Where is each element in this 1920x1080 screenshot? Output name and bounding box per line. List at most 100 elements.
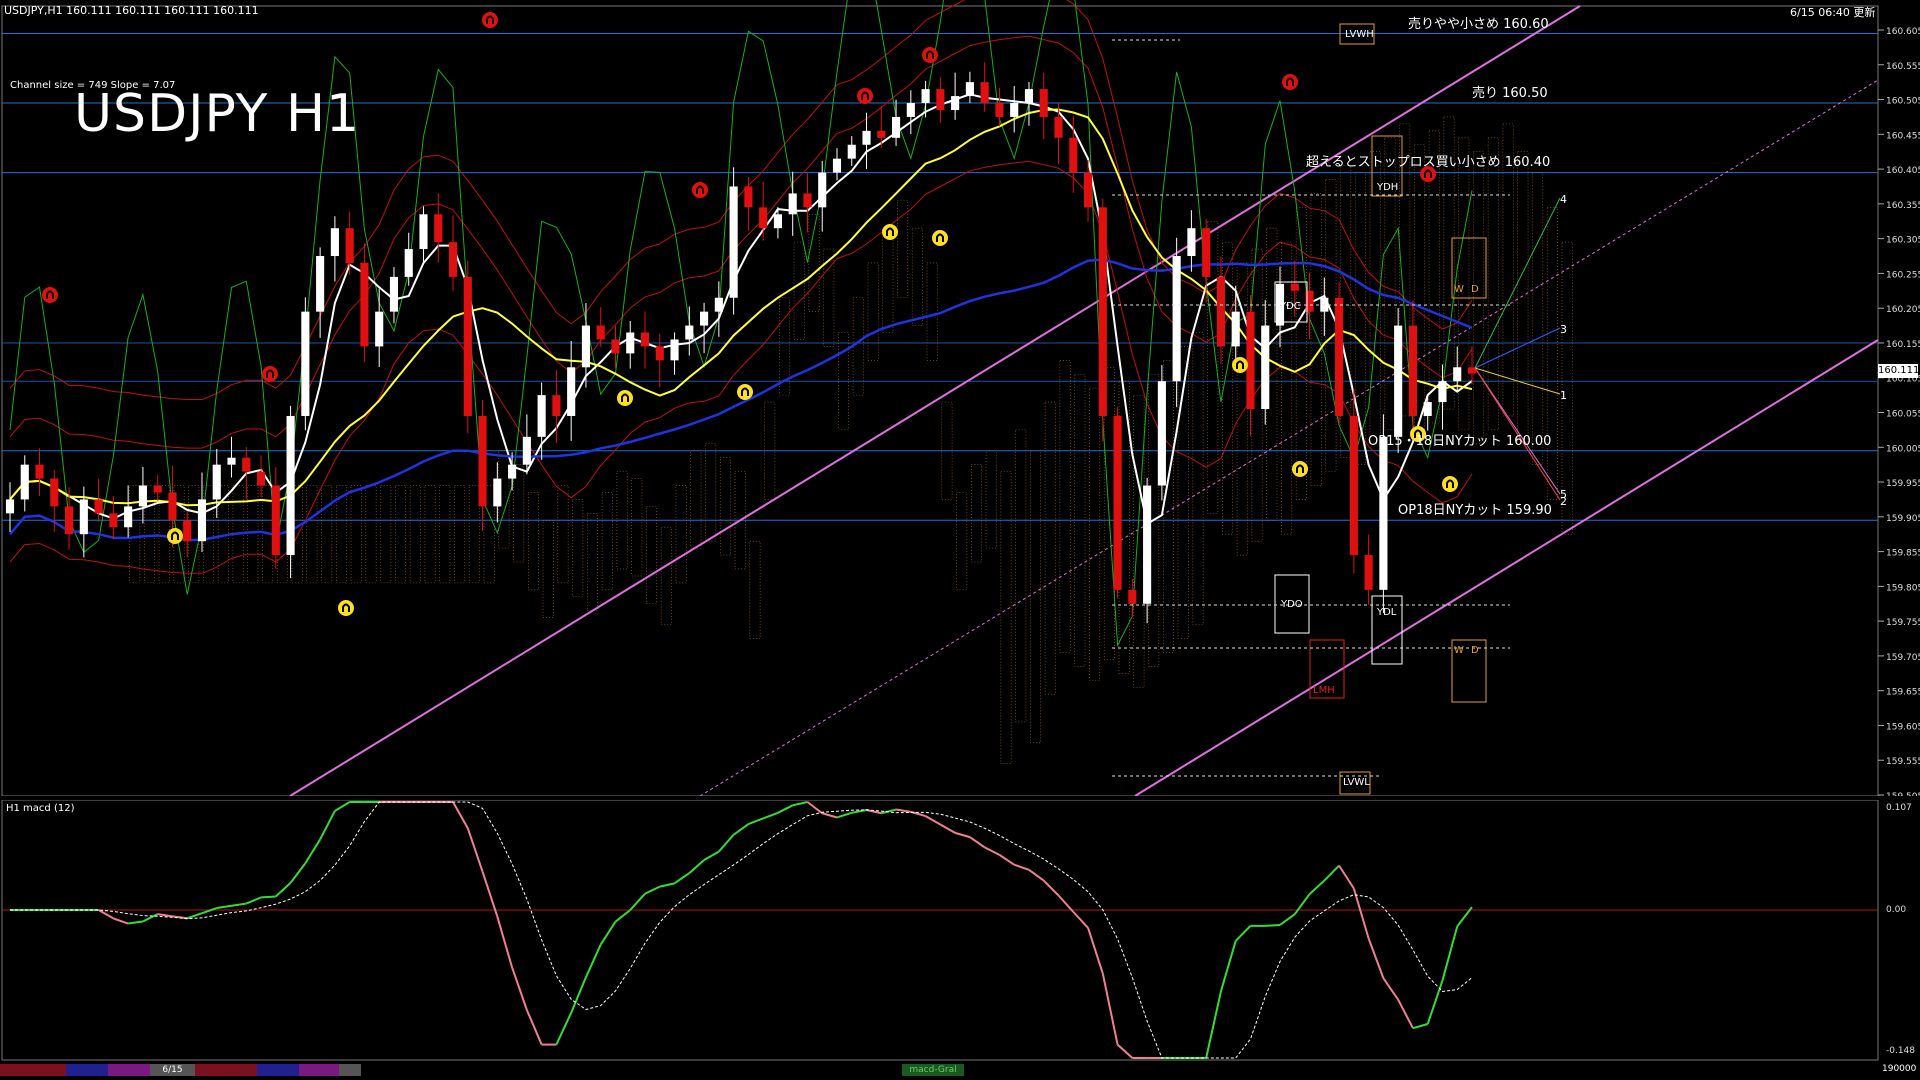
candle-body <box>980 82 989 104</box>
candle-body <box>1246 311 1255 410</box>
candle-body <box>729 186 738 298</box>
candle-body <box>788 193 797 215</box>
axis-label: 160.605 <box>1886 27 1920 37</box>
axis-label: 159.655 <box>1886 688 1920 698</box>
candle-body <box>1364 555 1373 590</box>
candle-body <box>640 332 650 347</box>
candle-body <box>271 485 280 556</box>
macd-segment <box>1265 923 1281 927</box>
candle-body <box>1098 207 1107 416</box>
candle-body <box>478 415 487 507</box>
candle-body <box>847 144 856 159</box>
proj-label-3: 3 <box>1560 323 1567 336</box>
candle-body <box>212 464 221 500</box>
candle-body <box>803 193 812 208</box>
candle-body <box>94 499 103 514</box>
bottom-right-text: 190000 <box>1882 1064 1917 1074</box>
candle-body <box>759 207 768 229</box>
candle-body <box>360 262 369 347</box>
candle-body <box>404 249 413 277</box>
tab-seg-3[interactable] <box>108 1064 150 1076</box>
box-lvwh: LVWH <box>1345 29 1374 40</box>
candle-body <box>1379 436 1388 590</box>
candle-body <box>1231 311 1240 347</box>
candle-body <box>256 471 266 486</box>
candle-body <box>1349 415 1358 556</box>
axis-label: 160.355 <box>1886 201 1920 211</box>
box-w: W <box>1454 284 1464 295</box>
tab-seg-8[interactable] <box>339 1064 361 1076</box>
candle-body <box>1128 589 1137 604</box>
box-lvwl: LVWL <box>1343 777 1370 788</box>
candle-body <box>448 242 458 277</box>
axis-label: 160.255 <box>1886 270 1920 280</box>
candle-body <box>168 492 177 521</box>
candle-body <box>891 116 901 138</box>
axis-label: 159.855 <box>1886 549 1920 559</box>
level-label-5: OP18日NYカット 159.90 <box>1398 503 1552 518</box>
candle-body <box>1290 283 1299 291</box>
tab-seg-1[interactable] <box>0 1064 66 1076</box>
tab-macd[interactable]: macd-Gral <box>902 1064 964 1076</box>
candle-body <box>197 499 207 542</box>
fractal-high-marker <box>42 287 58 303</box>
candle-body <box>611 339 620 354</box>
fractal-high-marker <box>857 88 873 104</box>
tab-seg-5[interactable] <box>195 1064 257 1076</box>
candle-body <box>1202 228 1211 277</box>
box-lmh: LMH <box>1313 685 1335 696</box>
candle-body <box>685 325 694 340</box>
candle-body <box>537 395 546 437</box>
candle-body <box>1157 381 1166 486</box>
tab-seg-6[interactable] <box>257 1064 299 1076</box>
candle-body <box>1261 325 1270 410</box>
candle-body <box>670 339 679 361</box>
box-d2: D <box>1471 645 1479 656</box>
candle-body <box>1143 485 1152 604</box>
candle-body <box>109 513 118 528</box>
candle-body <box>124 506 133 528</box>
candle-body <box>700 311 709 326</box>
proj-label-4: 4 <box>1560 193 1567 206</box>
candle-body <box>330 228 339 257</box>
axis-label: 159.605 <box>1886 722 1920 732</box>
candle-body <box>20 464 29 500</box>
axis-label: 160.305 <box>1886 236 1920 246</box>
candle-body <box>596 325 605 340</box>
candle-body <box>79 499 88 535</box>
fractal-high-marker <box>482 12 498 28</box>
candle-body <box>1453 367 1462 382</box>
axis-label: 160.155 <box>1886 340 1920 350</box>
candle-body <box>1010 103 1019 117</box>
candle-body <box>35 464 44 479</box>
candle-body <box>1335 297 1344 416</box>
macd-panel[interactable]: 0.107 0.00 -0.148 <box>0 800 1920 1062</box>
candle-body <box>1113 415 1122 590</box>
candle-body <box>508 464 517 479</box>
candle-body <box>862 130 871 145</box>
tab-seg-7[interactable] <box>299 1064 339 1076</box>
axis-label: 159.955 <box>1886 479 1920 489</box>
fractal-low-marker <box>932 230 948 246</box>
tab-date[interactable]: 6/15 <box>150 1064 195 1076</box>
candle-body <box>921 89 930 104</box>
candle-body <box>818 172 827 208</box>
axis-label: 160.555 <box>1886 62 1920 72</box>
tab-seg-2[interactable] <box>66 1064 108 1076</box>
fractal-low-marker <box>882 224 898 240</box>
candle-body <box>286 415 295 556</box>
fractal-high-marker <box>262 366 278 382</box>
axis-label: 159.705 <box>1886 653 1920 663</box>
candle-body <box>1039 89 1048 117</box>
fractal-high-marker <box>1282 74 1298 90</box>
fractal-low-marker <box>1292 461 1308 477</box>
candle-body <box>183 520 192 542</box>
candle-body <box>773 214 782 229</box>
candle-body <box>906 103 915 117</box>
fractal-low-marker <box>1442 476 1458 492</box>
axis-label: 159.905 <box>1886 514 1920 524</box>
candle-body <box>419 214 428 250</box>
macd-segment <box>260 895 276 899</box>
candle-body <box>1054 116 1063 138</box>
candle-body <box>1083 172 1093 208</box>
